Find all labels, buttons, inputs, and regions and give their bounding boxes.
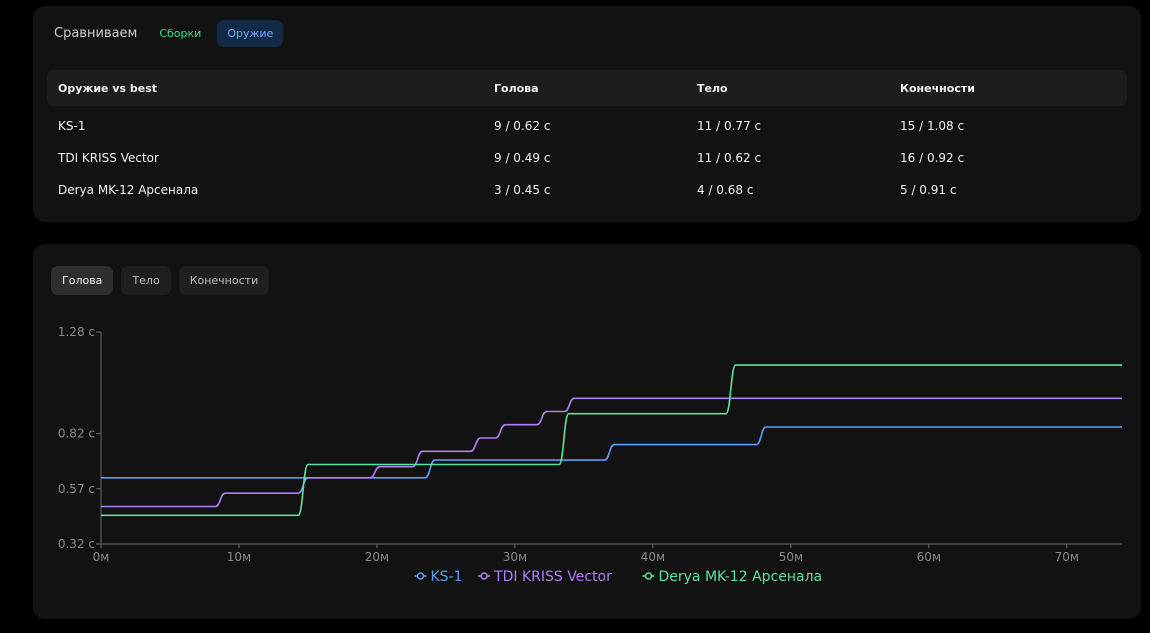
head-value: 3 / 0.45 с	[494, 183, 551, 197]
weapon-name: KS-1	[58, 119, 86, 133]
x-tick-label: 30м	[503, 550, 527, 564]
legend-label: TDI KRISS Vector	[493, 569, 612, 585]
legend-label: Derya MK-12 Арсенала	[659, 569, 823, 585]
header-head: Голова	[483, 70, 686, 106]
comparison-table: Оружие vs best Голова Тело Конечности KS…	[47, 70, 1127, 206]
table-row: TDI KRISS Vector 9 / 0.49 с 11 / 0.62 с …	[47, 142, 1127, 174]
x-tick-label: 0м	[93, 550, 110, 564]
body-value: 4 / 0.68 с	[697, 183, 754, 197]
limbs-value: 15 / 1.08 с	[900, 119, 965, 133]
limbs-value: 5 / 0.91 с	[900, 183, 957, 197]
weapons-toggle[interactable]: Оружие	[217, 20, 284, 47]
x-tick-label: 40м	[641, 550, 665, 564]
body-value: 11 / 0.62 с	[697, 151, 762, 165]
x-tick-label: 60м	[917, 550, 941, 564]
legend-marker-dot	[480, 572, 488, 580]
legend-marker-dot	[416, 572, 425, 580]
header-body: Тело	[686, 70, 889, 106]
series-line	[101, 397, 1122, 508]
header-weapon: Оружие vs best	[47, 70, 483, 106]
limbs-value: 16 / 0.92 с	[900, 151, 965, 165]
y-tick-label: 0.57 с	[58, 482, 95, 496]
builds-toggle[interactable]: Сборки	[149, 20, 211, 47]
table-header-row: Оружие vs best Голова Тело Конечности	[47, 70, 1127, 106]
compare-label: Сравниваем	[54, 26, 138, 41]
weapon-name: TDI KRISS Vector	[58, 151, 159, 165]
legend-marker-dot	[644, 572, 653, 580]
x-tick-label: 20м	[365, 550, 389, 564]
y-tick-label: 0.82 с	[58, 427, 95, 441]
series-line	[101, 426, 1122, 479]
y-tick-label: 0.32 с	[58, 537, 95, 551]
table-row: KS-1 9 / 0.62 с 11 / 0.77 с 15 / 1.08 с	[47, 106, 1127, 142]
y-tick-label: 1.28 с	[58, 325, 95, 339]
compare-switch: Сравниваем Сборки Оружие	[54, 20, 289, 47]
x-tick-label: 10м	[227, 550, 251, 564]
weapon-name: Derya MK-12 Арсенала	[58, 183, 199, 197]
ttk-line-chart: 0.32 с 0.57 с 0.82 с 1.28 с 0м 10м 20м 30м 40м 50…	[58, 325, 1122, 585]
compare-card: Сравниваем Сборки Оружие Оружие vs best …	[33, 6, 1141, 222]
table-row: Derya MK-12 Арсенала 3 / 0.45 с 4 / 0.68…	[47, 174, 1127, 206]
head-value: 9 / 0.49 с	[494, 151, 551, 165]
body-value: 11 / 0.77 с	[697, 119, 762, 133]
header-limbs: Конечности	[889, 70, 1127, 106]
head-value: 9 / 0.62 с	[494, 119, 551, 133]
x-tick-label: 70м	[1055, 550, 1079, 564]
x-tick-label: 50м	[779, 550, 803, 564]
chart-card: Голова Тело Конечности 0.32 с 0.57 с 0.82 …	[33, 244, 1141, 619]
legend-label: KS-1	[431, 569, 463, 585]
